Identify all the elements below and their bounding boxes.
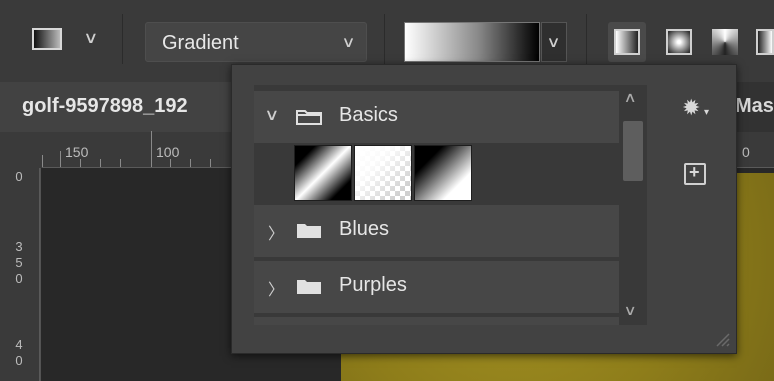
preset-list-scrollbar[interactable]: ∧ ∨ [619,85,647,325]
angle-gradient-icon [712,29,738,55]
gradient-swatch[interactable] [294,145,352,201]
ruler-tick [80,159,81,167]
document-tab-title: golf-9597898_192 [22,95,188,117]
folder-label: Basics [339,104,398,126]
linear-gradient-button[interactable] [608,22,646,62]
ruler-tick [120,159,121,167]
gradient-picker-dropdown-button[interactable]: ∨ [541,22,567,62]
folder-icon [297,280,321,294]
ruler-label: 0 [742,144,750,160]
gear-icon: ✹ [682,95,701,120]
gradient-swatch[interactable] [354,145,412,201]
folder-label: Purples [339,274,407,296]
plus-square-icon: + [689,162,700,182]
ruler-tick [100,159,101,167]
reflected-gradient-icon [756,29,774,55]
gradient-mode-label: Gradient [162,32,239,54]
folder-open-icon [296,110,322,125]
ruler-tick [190,159,191,167]
ruler-label: 3 [15,239,23,254]
divider [586,14,587,64]
gradient-preset-icon [32,28,62,50]
folder-row-basics[interactable]: ∨ Basics [254,91,647,143]
ruler-tick [210,159,211,167]
gradient-mode-select[interactable]: Gradient ∨ [145,22,367,62]
ruler-label: 5 [15,255,23,270]
gradient-presets-panel: ∨ Basics 〉 Blues 〉 Purples ∧ ∨ ✹ ▾ + [231,64,737,354]
ruler-tick [170,159,171,167]
reflected-gradient-button[interactable] [752,22,774,62]
folder-row-purples[interactable]: 〉 Purples [254,261,647,313]
folder-row-partial[interactable] [254,317,647,325]
chevron-down-icon[interactable]: ∨ [264,105,279,125]
ruler-label: 0 [15,169,23,184]
gradient-preview[interactable] [404,22,540,62]
ruler-label: 0 [15,353,23,368]
scrollbar-thumb[interactable] [623,121,643,181]
chevron-down-icon[interactable]: ∨ [83,28,98,48]
chevron-up-icon[interactable]: ∧ [623,89,636,106]
ruler-tick [60,151,61,167]
folder-label: Blues [339,218,390,240]
document-tab[interactable]: golf-9597898_192 [0,82,238,132]
folder-icon [297,224,321,238]
folder-row-blues[interactable]: 〉 Blues [254,205,647,257]
tool-preset-picker[interactable] [28,26,64,54]
ruler-label: 4 [15,337,23,352]
panel-settings-button[interactable]: ✹ ▾ [680,95,716,123]
resize-grip-icon[interactable] [712,329,730,347]
chevron-down-icon[interactable]: ∨ [623,302,636,319]
divider [122,14,123,64]
ruler-vertical: 0 3 5 0 4 0 [0,168,40,381]
new-gradient-group-button[interactable]: + [684,162,706,185]
chevron-down-icon: ∨ [546,34,561,51]
ruler-label: 100 [156,144,180,160]
radial-gradient-button[interactable] [660,22,698,62]
chevron-right-icon[interactable]: 〉 [268,276,284,300]
chevron-right-icon[interactable]: 〉 [268,220,284,244]
divider [384,14,385,64]
ruler-label: 0 [15,271,23,286]
ruler-tick [42,155,43,167]
gradient-swatch[interactable] [414,145,472,201]
preset-list: ∨ Basics 〉 Blues 〉 Purples [254,85,647,325]
chevron-down-icon: ∨ [341,34,356,51]
caret-down-icon: ▾ [704,107,710,118]
ruler-tick [151,131,152,167]
document-tab-second[interactable]: Mas [735,95,774,118]
angle-gradient-button[interactable] [706,22,744,62]
ruler-label: 150 [65,144,89,160]
radial-gradient-icon [666,29,692,55]
linear-gradient-icon [614,29,640,55]
ruler-corner [0,132,42,168]
